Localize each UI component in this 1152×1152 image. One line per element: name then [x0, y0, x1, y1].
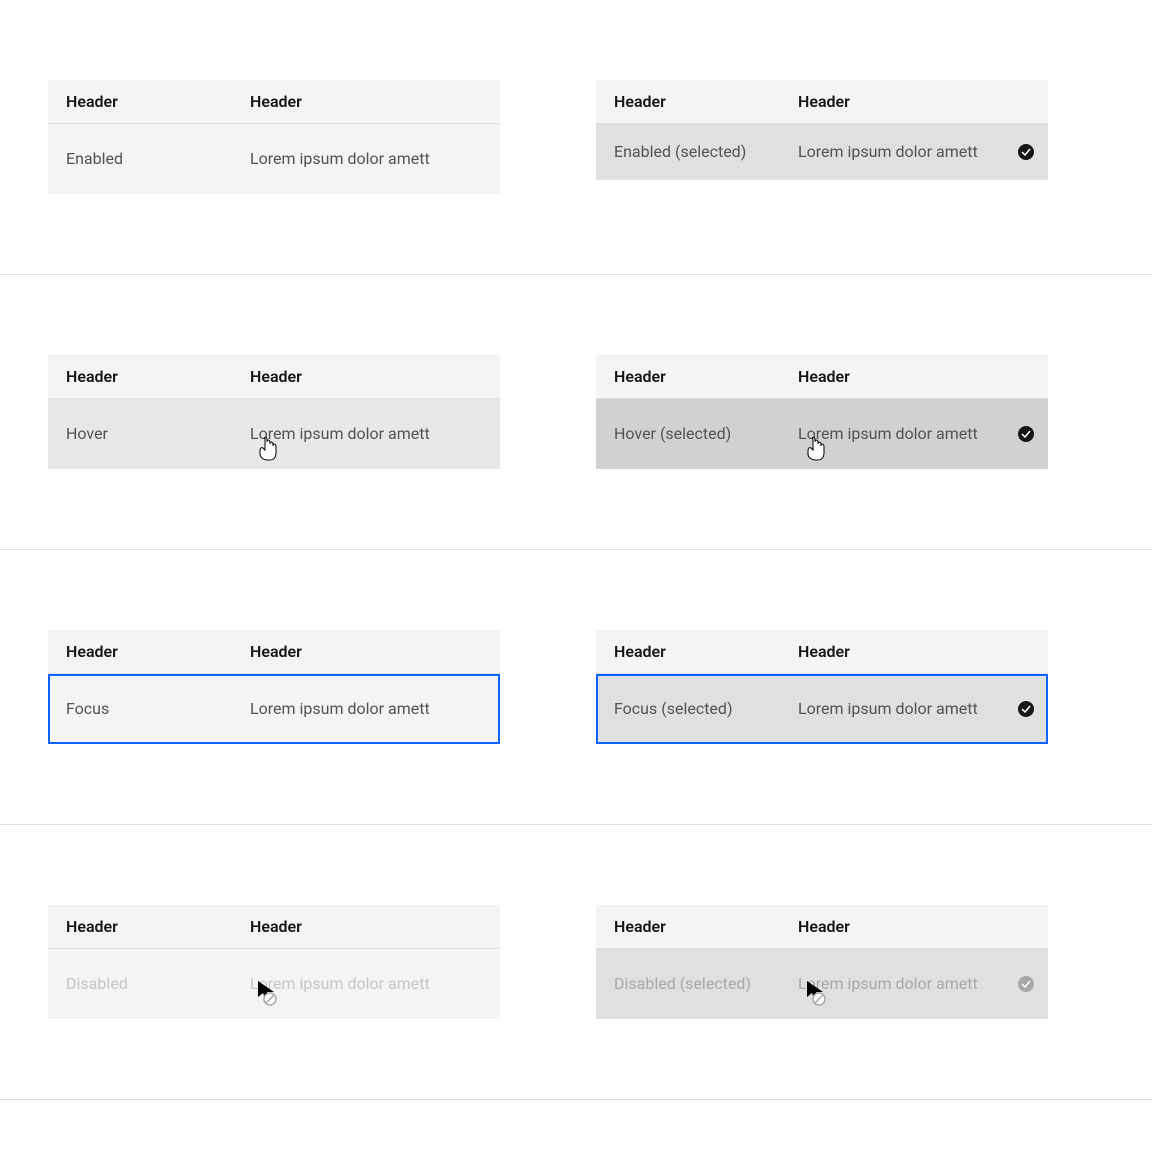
- panel-enabled: Header Header Enabled Lorem ipsum dolor …: [48, 80, 500, 194]
- table-header-cell: Header: [780, 355, 1048, 398]
- table-row[interactable]: Enabled Lorem ipsum dolor amett: [48, 124, 500, 194]
- panel-hover-selected: Header Header Hover (selected) Lorem ips…: [596, 355, 1048, 469]
- section-focus: Header Header Focus Lorem ipsum dolor am…: [0, 550, 1152, 825]
- table-header-cell: Header: [232, 630, 500, 673]
- table-header-row: Header Header: [48, 905, 500, 949]
- table-header-cell: Header: [780, 905, 1048, 948]
- table-header-row: Header Header: [596, 80, 1048, 124]
- section-disabled: Header Header Disabled Lorem ipsum dolor…: [0, 825, 1152, 1100]
- state-label: Hover: [48, 408, 232, 460]
- table-row[interactable]: Focus Lorem ipsum dolor amett: [48, 674, 500, 744]
- table-header-cell: Header: [780, 630, 1048, 673]
- table-header-row: Header Header: [48, 80, 500, 124]
- panel-disabled: Header Header Disabled Lorem ipsum dolor…: [48, 905, 500, 1019]
- table-header-cell: Header: [596, 80, 780, 123]
- state-label: Hover (selected): [596, 408, 780, 460]
- table-row[interactable]: Hover Lorem ipsum dolor amett: [48, 399, 500, 469]
- table-header-cell: Header: [48, 355, 232, 398]
- table-header-cell: Header: [48, 630, 232, 673]
- panel-enabled-selected: Header Header Enabled (selected) Lorem i…: [596, 80, 1048, 194]
- table-row[interactable]: Enabled (selected) Lorem ipsum dolor ame…: [596, 124, 1048, 180]
- state-label: Enabled (selected): [596, 126, 780, 178]
- panel-disabled-selected: Header Header Disabled (selected) Lorem …: [596, 905, 1048, 1019]
- table-row[interactable]: Hover (selected) Lorem ipsum dolor amett: [596, 399, 1048, 469]
- cell-text: Lorem ipsum dolor amett: [232, 408, 500, 460]
- table-row: Disabled Lorem ipsum dolor amett: [48, 949, 500, 1019]
- section-enabled: Header Header Enabled Lorem ipsum dolor …: [0, 0, 1152, 275]
- table-header-cell: Header: [780, 80, 1048, 123]
- state-label: Disabled: [48, 958, 232, 1010]
- cell-text: Lorem ipsum dolor amett: [780, 126, 1048, 178]
- state-label: Enabled: [48, 133, 232, 185]
- cell-text: Lorem ipsum dolor amett: [780, 958, 1048, 1010]
- table-header-row: Header Header: [48, 630, 500, 674]
- cell-text: Lorem ipsum dolor amett: [780, 683, 1048, 735]
- table-header-row: Header Header: [596, 355, 1048, 399]
- cell-text: Lorem ipsum dolor amett: [232, 683, 500, 735]
- table-header-cell: Header: [596, 905, 780, 948]
- checkmark-filled-icon: [1018, 426, 1034, 442]
- state-label: Focus (selected): [596, 683, 780, 735]
- checkmark-filled-icon: [1018, 144, 1034, 160]
- section-hover: Header Header Hover Lorem ipsum dolor am…: [0, 275, 1152, 550]
- state-label: Disabled (selected): [596, 958, 780, 1010]
- table-row: Disabled (selected) Lorem ipsum dolor am…: [596, 949, 1048, 1019]
- cell-text: Lorem ipsum dolor amett: [232, 133, 500, 185]
- table-header-row: Header Header: [596, 630, 1048, 674]
- table-header-cell: Header: [232, 355, 500, 398]
- panel-focus: Header Header Focus Lorem ipsum dolor am…: [48, 630, 500, 744]
- table-header-row: Header Header: [596, 905, 1048, 949]
- table-header-cell: Header: [48, 80, 232, 123]
- table-header-row: Header Header: [48, 355, 500, 399]
- table-header-cell: Header: [232, 80, 500, 123]
- cell-text: Lorem ipsum dolor amett: [780, 408, 1048, 460]
- checkmark-filled-icon: [1018, 701, 1034, 717]
- table-header-cell: Header: [596, 355, 780, 398]
- table-header-cell: Header: [232, 905, 500, 948]
- checkmark-filled-icon: [1018, 976, 1034, 992]
- table-header-cell: Header: [48, 905, 232, 948]
- table-row[interactable]: Focus (selected) Lorem ipsum dolor amett: [596, 674, 1048, 744]
- cell-text: Lorem ipsum dolor amett: [232, 958, 500, 1010]
- panel-focus-selected: Header Header Focus (selected) Lorem ips…: [596, 630, 1048, 744]
- table-header-cell: Header: [596, 630, 780, 673]
- panel-hover: Header Header Hover Lorem ipsum dolor am…: [48, 355, 500, 469]
- state-label: Focus: [48, 683, 232, 735]
